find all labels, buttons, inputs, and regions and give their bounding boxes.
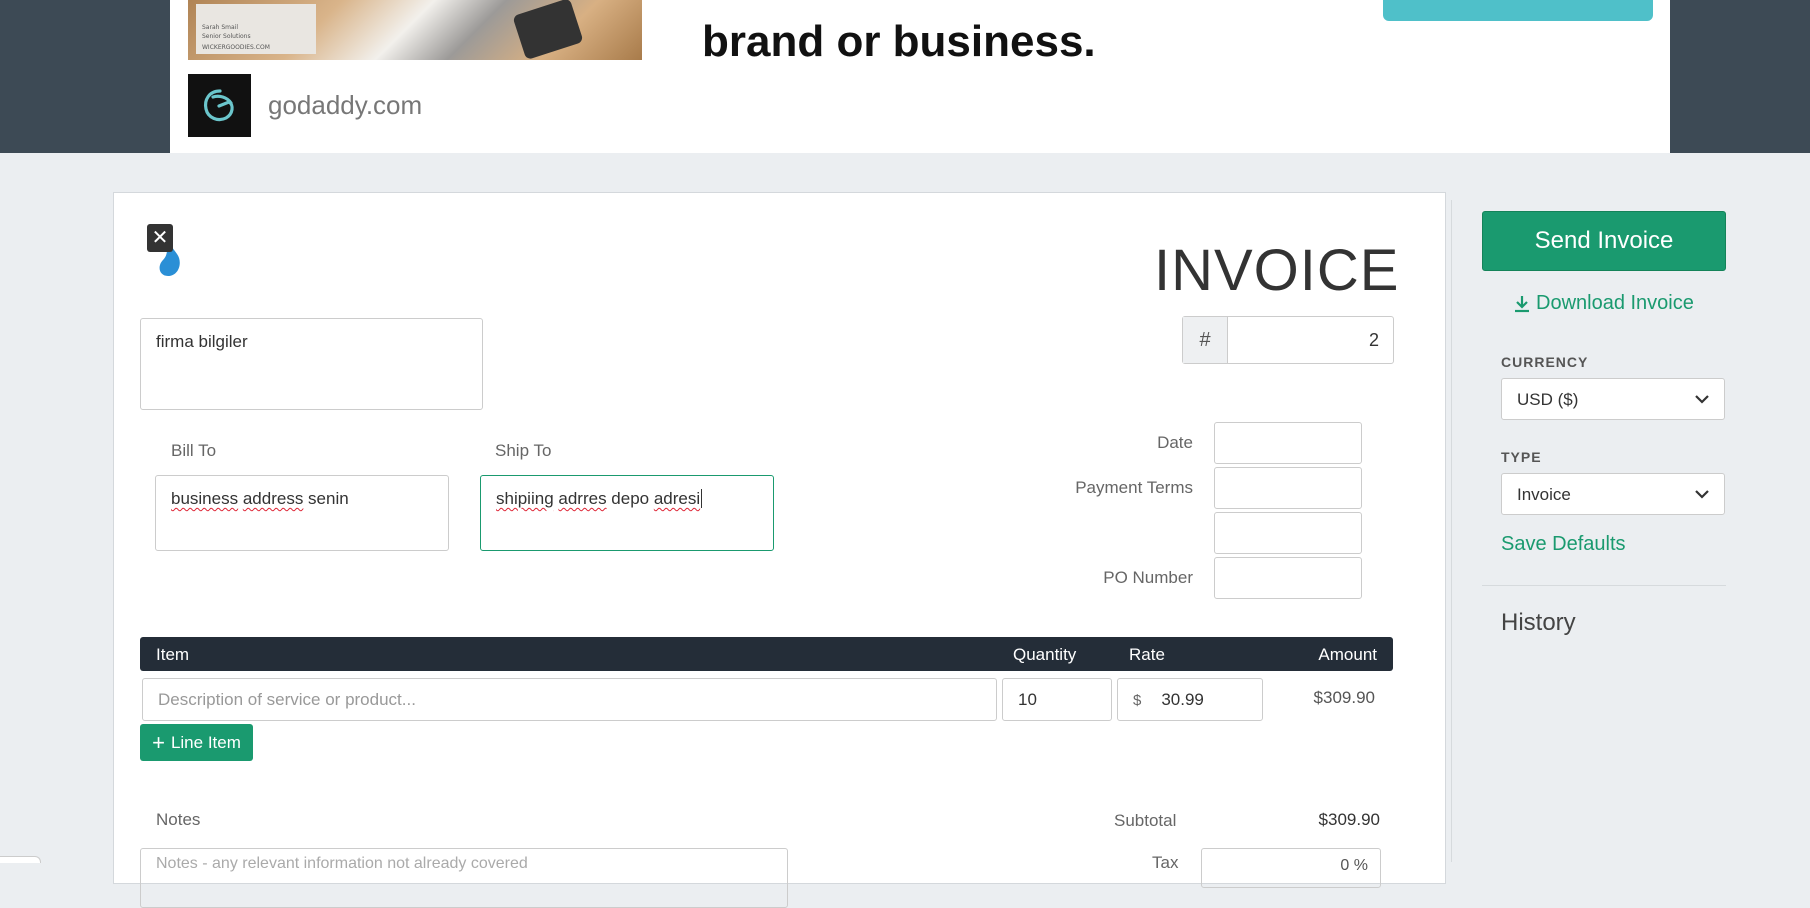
rate-header[interactable]: Rate xyxy=(1129,645,1165,665)
invoice-number-field[interactable]: # 2 xyxy=(1182,316,1394,364)
ship-to-word: adresi xyxy=(653,489,701,508)
ad-headline[interactable]: brand or business. xyxy=(702,17,1096,67)
ad-image[interactable]: Sarah Smail Senior Solutions WICKERGOODI… xyxy=(188,0,642,60)
items-table-header: Item Quantity Rate Amount xyxy=(140,637,1393,671)
po-number-input[interactable] xyxy=(1214,557,1362,599)
item-description-input[interactable]: Description of service or product... xyxy=(142,678,997,721)
currency-symbol: $ xyxy=(1133,692,1142,709)
text-cursor xyxy=(701,489,703,508)
godaddy-logo-icon[interactable] xyxy=(188,74,251,137)
chevron-down-icon xyxy=(1695,395,1709,404)
tax-label[interactable]: Tax xyxy=(1152,853,1178,873)
hash-icon: # xyxy=(1183,317,1228,363)
add-line-item-button[interactable]: + Line Item xyxy=(140,724,253,761)
subtotal-value: $309.90 xyxy=(1318,810,1380,829)
item-amount: $309.90 xyxy=(1313,688,1375,707)
type-label: TYPE xyxy=(1501,449,1542,465)
download-invoice-link[interactable]: Download Invoice xyxy=(1514,292,1694,315)
ship-to-word: adrres xyxy=(558,489,607,508)
ad-cta-button[interactable] xyxy=(1383,0,1653,21)
payment-terms-input[interactable] xyxy=(1214,467,1362,509)
bill-to-word: senin xyxy=(303,489,349,508)
from-company-field[interactable]: firma bilgiler xyxy=(140,318,483,410)
ad-card-title: Senior Solutions xyxy=(202,33,251,40)
ship-to-field[interactable]: shipiing adrres depo adresi xyxy=(480,475,774,551)
currency-label: CURRENCY xyxy=(1501,354,1589,370)
invoice-title[interactable]: INVOICE xyxy=(1154,237,1400,304)
ad-card[interactable]: Sarah Smail Senior Solutions WICKERGOODI… xyxy=(170,0,1670,153)
amount-header[interactable]: Amount xyxy=(1318,645,1377,665)
line-item-label: Line Item xyxy=(170,732,241,752)
ad-phone-graphic xyxy=(512,0,584,60)
save-defaults-link[interactable]: Save Defaults xyxy=(1501,533,1626,556)
ad-domain-link[interactable]: godaddy.com xyxy=(268,90,422,121)
ship-to-label[interactable]: Ship To xyxy=(495,441,551,461)
bill-to-word: business xyxy=(171,489,239,508)
ship-to-word: depo xyxy=(606,489,654,508)
item-rate-value: 30.99 xyxy=(1161,690,1204,709)
send-invoice-button[interactable]: Send Invoice xyxy=(1482,211,1726,271)
type-value: Invoice xyxy=(1517,485,1571,504)
invoice-paper: ✕ INVOICE # 2 firma bilgiler Bill To Shi… xyxy=(113,192,1446,908)
po-number-label[interactable]: PO Number xyxy=(1103,568,1193,588)
currency-select[interactable]: USD ($) xyxy=(1501,378,1725,420)
remove-logo-button[interactable]: ✕ xyxy=(147,224,173,252)
ad-card-site: WICKERGOODIES.COM xyxy=(202,44,270,51)
download-invoice-label: Download Invoice xyxy=(1536,292,1694,314)
history-title: History xyxy=(1501,609,1576,636)
invoice-number-input[interactable]: 2 xyxy=(1228,317,1393,363)
chevron-down-icon xyxy=(1695,490,1709,499)
ship-to-word: shipiing xyxy=(496,489,554,508)
sidebar-separator xyxy=(1482,585,1726,586)
bill-to-word: address xyxy=(242,489,304,508)
date-input[interactable] xyxy=(1214,422,1362,464)
notes-field[interactable]: Notes - any relevant information not alr… xyxy=(140,848,788,908)
payment-terms-label[interactable]: Payment Terms xyxy=(1075,478,1193,498)
plus-icon: + xyxy=(152,729,165,755)
type-select[interactable]: Invoice xyxy=(1501,473,1725,515)
tax-input[interactable]: 0 % xyxy=(1201,848,1381,888)
due-date-input[interactable] xyxy=(1214,512,1362,554)
bill-to-field[interactable]: business address senin xyxy=(155,475,449,551)
ad-business-card: Sarah Smail Senior Solutions WICKERGOODI… xyxy=(196,4,316,54)
ad-banner-background: Sarah Smail Senior Solutions WICKERGOODI… xyxy=(0,0,1810,153)
currency-value: USD ($) xyxy=(1517,390,1579,409)
item-rate-input[interactable]: $30.99 xyxy=(1117,678,1263,721)
item-header[interactable]: Item xyxy=(156,645,189,665)
subtotal-label[interactable]: Subtotal xyxy=(1114,811,1176,831)
download-icon xyxy=(1515,295,1529,312)
quantity-header[interactable]: Quantity xyxy=(1013,645,1076,665)
bill-to-label[interactable]: Bill To xyxy=(171,441,216,461)
item-quantity-input[interactable]: 10 xyxy=(1002,678,1112,721)
ad-card-name: Sarah Smail xyxy=(202,24,239,31)
notes-label[interactable]: Notes xyxy=(156,810,200,830)
date-label[interactable]: Date xyxy=(1157,433,1193,453)
sidebar-divider xyxy=(1451,200,1452,862)
